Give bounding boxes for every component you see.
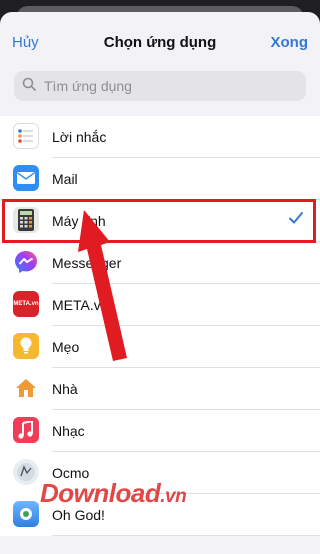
app-row-messenger[interactable]: Messenger (0, 242, 320, 284)
calculator-icon (13, 207, 39, 233)
mail-icon (13, 165, 39, 191)
app-label: Nhạc (52, 423, 85, 439)
app-row-home[interactable]: Nhà (0, 368, 320, 410)
app-row-calculator[interactable]: Máy tính (0, 200, 320, 242)
app-label: Lời nhắc (52, 129, 107, 145)
done-button[interactable]: Xong (271, 34, 309, 51)
cancel-button[interactable]: Hủy (12, 34, 39, 51)
search-bar[interactable] (14, 71, 306, 101)
app-row-tips[interactable]: Mẹo (0, 326, 320, 368)
divider (52, 535, 320, 536)
music-icon (13, 417, 39, 443)
app-row-music[interactable]: Nhạc (0, 410, 320, 452)
app-row-ocmo[interactable]: Ocmo (0, 452, 320, 494)
reminders-icon (13, 123, 39, 149)
checkmark-icon (288, 211, 304, 230)
app-row-ohgod[interactable]: Oh God! (0, 494, 320, 536)
messenger-icon (13, 249, 39, 275)
app-list: Lời nhắc Mail Máy tính Messenger META.vn… (0, 116, 320, 536)
meta-icon: META.vn (13, 291, 39, 317)
app-label: Mail (52, 171, 78, 187)
app-row-mail[interactable]: Mail (0, 158, 320, 200)
app-label: Mẹo (52, 339, 80, 355)
app-label: Nhà (52, 381, 78, 397)
ocmo-icon (13, 459, 39, 485)
home-icon (13, 375, 39, 401)
ohgod-icon (13, 501, 39, 527)
app-label: META.vn (52, 297, 109, 313)
app-row-reminders[interactable]: Lời nhắc (0, 116, 320, 158)
app-label: Ocmo (52, 465, 90, 481)
search-icon (14, 77, 36, 96)
navbar: Hủy Chọn ứng dụng Xong (0, 12, 320, 70)
app-picker-sheet: Hủy Chọn ứng dụng Xong Lời nhắc (0, 12, 320, 554)
search-input[interactable] (42, 77, 286, 95)
tips-icon (13, 333, 39, 359)
app-label: Messenger (52, 255, 122, 271)
app-row-meta[interactable]: META.vn META.vn (0, 284, 320, 326)
app-label: Oh God! (52, 507, 105, 523)
app-label: Máy tính (52, 213, 106, 229)
